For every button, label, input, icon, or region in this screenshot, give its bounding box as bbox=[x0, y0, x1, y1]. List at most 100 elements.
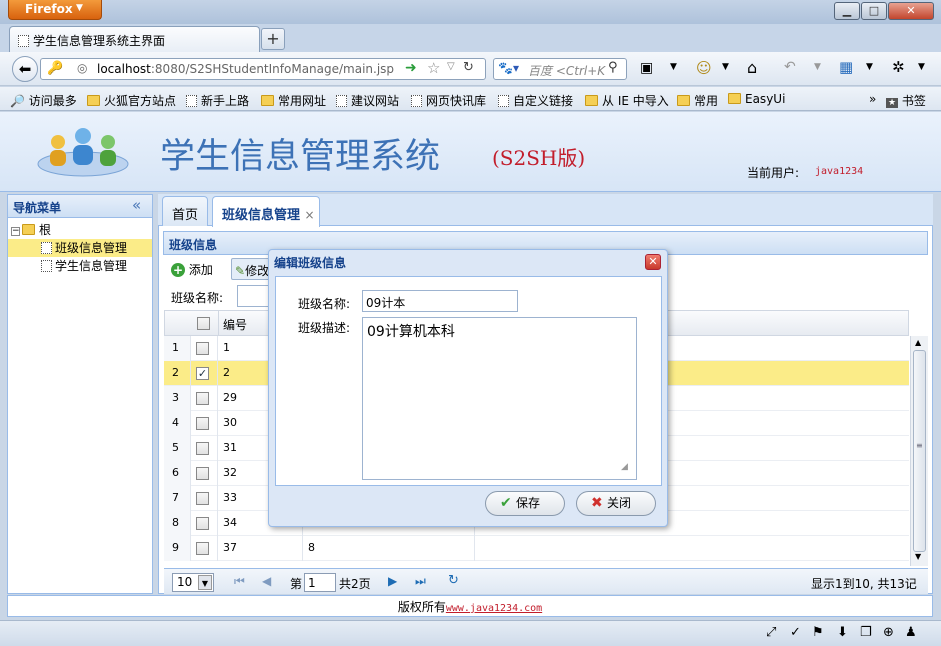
table-row[interactable]: 9 37 8 bbox=[164, 536, 909, 561]
dialog-body: 班级名称: 09计本 班级描述: 09计算机本科 ◢ bbox=[275, 276, 662, 486]
bookmark-item[interactable]: 常用 bbox=[677, 92, 718, 109]
wrench-icon[interactable]: ✓ bbox=[790, 625, 801, 640]
user-icon[interactable]: ♟ bbox=[905, 625, 917, 640]
tab-class-management[interactable]: 班级信息管理 × bbox=[212, 196, 320, 227]
row-checkbox[interactable] bbox=[196, 392, 209, 405]
class-name-value: 09计本 bbox=[366, 296, 406, 310]
page-number-input[interactable]: 1 bbox=[304, 573, 336, 592]
bookmark-item[interactable]: EasyUi bbox=[728, 92, 785, 106]
row-checkbox[interactable] bbox=[196, 342, 209, 355]
dialog-close-icon[interactable]: ✕ bbox=[645, 254, 661, 270]
scroll-up-icon[interactable]: ▲ bbox=[915, 338, 921, 347]
last-page-icon[interactable]: ⏭ bbox=[415, 574, 426, 589]
save-button[interactable]: ✔ 保存 bbox=[485, 491, 565, 516]
bookmarks-menu[interactable]: ★ 书签 bbox=[886, 92, 926, 109]
sidebar-item-class-management[interactable]: 班级信息管理 bbox=[8, 239, 152, 257]
scroll-down-icon[interactable]: ▼ bbox=[915, 552, 921, 561]
flag-icon[interactable]: ⚑ bbox=[812, 625, 824, 640]
bookmark-item[interactable]: 新手上路 bbox=[186, 92, 249, 109]
row-checkbox[interactable] bbox=[196, 542, 209, 555]
bookmark-item[interactable]: 自定义链接 bbox=[498, 92, 573, 109]
bookmark-item[interactable]: 网页快讯库 bbox=[411, 92, 486, 109]
collapse-icon[interactable]: « bbox=[132, 196, 141, 214]
row-checkbox[interactable]: ✓ bbox=[196, 367, 209, 380]
screenshot-icon[interactable]: ▣ bbox=[640, 60, 653, 76]
cell-name: 8 bbox=[303, 536, 475, 561]
undo-icon[interactable]: ↶ bbox=[784, 59, 796, 75]
resize-grip-icon[interactable]: ◢ bbox=[621, 462, 628, 472]
open-icon[interactable]: ⤢ bbox=[766, 625, 776, 640]
close-window-button[interactable]: ✕ bbox=[888, 2, 934, 20]
download-icon[interactable]: ⬇ bbox=[837, 625, 848, 640]
close-button[interactable]: ✖ 关闭 bbox=[576, 491, 656, 516]
url-bar[interactable]: 🔑 ◎ localhost:8080/S2SHStudentInfoManage… bbox=[40, 58, 486, 80]
copyright-label: 版权所有 bbox=[397, 600, 446, 614]
bookmark-label: 新手上路 bbox=[201, 94, 250, 108]
folder-icon bbox=[728, 93, 741, 104]
class-name-input[interactable]: 09计本 bbox=[362, 290, 518, 312]
bookmarks-overflow[interactable]: » bbox=[869, 92, 876, 106]
footer-link[interactable]: www.java1234.com bbox=[446, 603, 542, 614]
class-desc-label: 班级描述: bbox=[298, 321, 351, 335]
bookmark-item[interactable]: 火狐官方站点 bbox=[87, 92, 176, 109]
class-desc-textarea[interactable]: 09计算机本科 ◢ bbox=[362, 317, 637, 480]
bookmark-star-icon[interactable]: ☆ bbox=[427, 59, 440, 77]
emoji-icon[interactable]: ☺ bbox=[696, 59, 712, 77]
bookmark-item[interactable]: 🔎 访问最多 bbox=[10, 92, 77, 109]
next-page-icon[interactable]: ▶ bbox=[388, 574, 397, 588]
first-page-icon[interactable]: ⏮ bbox=[234, 574, 245, 589]
sidebar-header: 导航菜单 « bbox=[7, 194, 153, 218]
column-header-id[interactable]: 编号 bbox=[223, 316, 247, 333]
firefox-menu-button[interactable]: Firefox bbox=[8, 0, 102, 20]
grid-scrollbar[interactable]: ▲ ≡ ▼ bbox=[910, 336, 928, 566]
page-size-select[interactable]: 10 ▼ bbox=[172, 573, 214, 592]
bookmark-item[interactable]: 建议网站 bbox=[336, 92, 399, 109]
row-checkbox[interactable] bbox=[196, 442, 209, 455]
row-checkbox[interactable] bbox=[196, 467, 209, 480]
tree-toggle-icon[interactable]: − bbox=[11, 227, 20, 236]
dropdown-icon[interactable]: ▼ bbox=[670, 62, 677, 72]
bookmark-label: 常用网址 bbox=[278, 94, 327, 108]
scroll-thumb[interactable]: ≡ bbox=[913, 350, 926, 552]
row-number: 8 bbox=[164, 511, 191, 536]
dropdown-icon[interactable]: ▼ bbox=[918, 62, 925, 72]
prev-page-icon[interactable]: ◀ bbox=[262, 574, 271, 588]
window-icon[interactable]: ❐ bbox=[860, 625, 872, 640]
bookmark-item[interactable]: 常用网址 bbox=[261, 92, 326, 109]
sidebar-item-student-management[interactable]: 学生信息管理 bbox=[8, 257, 152, 275]
search-input[interactable]: 🐾▾ 百度 <Ctrl+K ⚲ bbox=[493, 58, 627, 80]
home-icon[interactable]: ⌂ bbox=[747, 58, 757, 77]
save-button-label: 保存 bbox=[516, 496, 541, 510]
bookmarks-toolbar: 🔎 访问最多 火狐官方站点 新手上路 常用网址 建议网站 网页快讯库 自定义链接… bbox=[0, 87, 941, 111]
back-button[interactable]: ⬅ bbox=[12, 56, 38, 82]
reload-icon[interactable]: ↻ bbox=[463, 60, 474, 75]
new-tab-button[interactable]: + bbox=[261, 28, 285, 50]
bookmarks-menu-icon: ★ bbox=[886, 98, 899, 108]
row-checkbox[interactable] bbox=[196, 417, 209, 430]
search-icon[interactable]: ⚲ bbox=[608, 60, 618, 75]
tab-close-icon[interactable]: × bbox=[305, 208, 315, 222]
addon-icon[interactable]: ⊕ bbox=[883, 625, 894, 640]
dropdown-icon[interactable]: ▼ bbox=[814, 62, 821, 72]
browser-tab[interactable]: 学生信息管理系统主界面 bbox=[9, 26, 260, 52]
row-checkbox[interactable] bbox=[196, 517, 209, 530]
select-all-checkbox[interactable] bbox=[197, 317, 210, 330]
refresh-icon[interactable]: ↻ bbox=[448, 573, 459, 588]
bookmark-item[interactable]: 从 IE 中导入 bbox=[585, 92, 669, 109]
dropdown-icon[interactable]: ▼ bbox=[722, 62, 729, 72]
folder-open-icon bbox=[22, 224, 35, 235]
addons-icon[interactable]: ▦ bbox=[839, 58, 853, 76]
tab-home[interactable]: 首页 bbox=[162, 196, 208, 226]
page-number-value: 1 bbox=[308, 576, 316, 590]
row-checkbox[interactable] bbox=[196, 492, 209, 505]
maximize-button[interactable]: □ bbox=[861, 2, 887, 20]
minimize-button[interactable]: ▁ bbox=[834, 2, 860, 20]
tab-label: 班级信息管理 bbox=[222, 208, 301, 223]
add-button[interactable]: + 添加 bbox=[171, 261, 213, 278]
history-dropdown-icon[interactable]: ▽ bbox=[447, 61, 455, 72]
dropdown-icon[interactable]: ▼ bbox=[866, 62, 873, 72]
row-number: 3 bbox=[164, 386, 191, 411]
tree-root[interactable]: − 根 bbox=[11, 221, 51, 239]
bug-icon[interactable]: ✲ bbox=[892, 58, 905, 76]
go-icon[interactable]: ➜ bbox=[405, 60, 417, 76]
